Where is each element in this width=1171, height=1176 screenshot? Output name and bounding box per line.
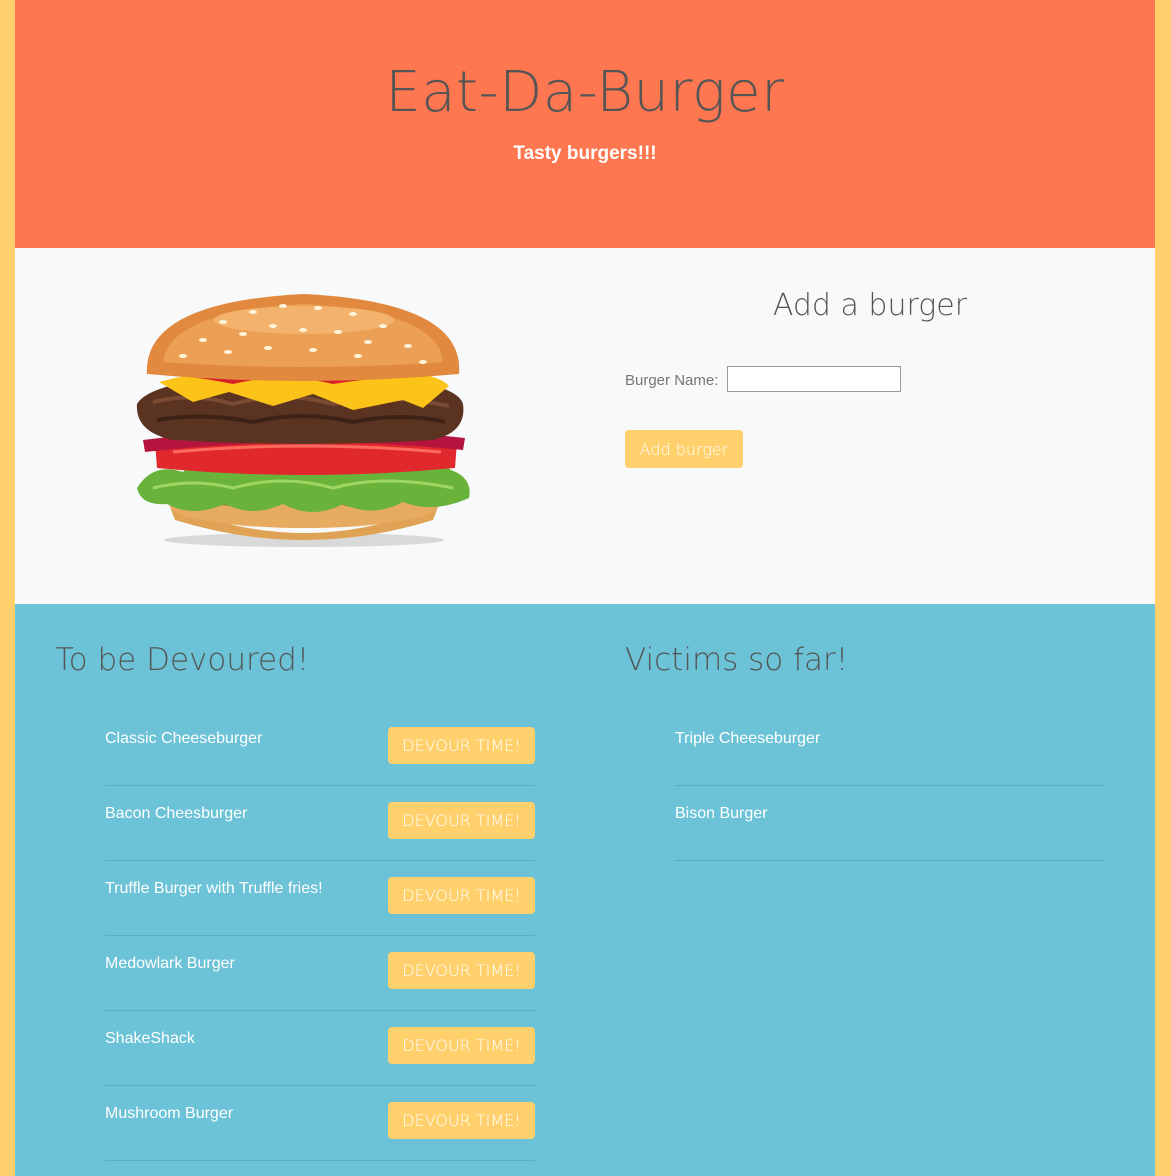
burger-name: Truffle Burger with Truffle fries! bbox=[105, 880, 323, 897]
burger-name: Bacon Cheesburger bbox=[105, 805, 248, 822]
add-burger-section: Add a burger Burger Name: Add burger bbox=[15, 248, 1155, 604]
to-devour-item: ShakeShack DEVOUR TIME! bbox=[105, 1012, 535, 1086]
devoured-item: Triple Cheeseburger bbox=[675, 712, 1105, 786]
page: Eat-Da-Burger Tasty burgers!!! Add a bur… bbox=[15, 0, 1155, 1176]
to-devour-item: Mushroom Burger DEVOUR TIME! bbox=[105, 1087, 535, 1161]
burger-name: Bison Burger bbox=[675, 805, 768, 822]
burger-name-label: Burger Name: bbox=[625, 372, 719, 389]
devoured-list: Triple Cheeseburger Bison Burger bbox=[675, 712, 1105, 862]
to-devour-title: To be Devoured! bbox=[55, 642, 310, 678]
hero-header: Eat-Da-Burger Tasty burgers!!! bbox=[15, 0, 1155, 248]
devour-button[interactable]: DEVOUR TIME! bbox=[388, 1027, 535, 1064]
burger-image bbox=[136, 294, 470, 547]
burger-lists-section: To be Devoured! Classic Cheeseburger DEVO… bbox=[15, 604, 1155, 1176]
devour-button[interactable]: DEVOUR TIME! bbox=[388, 1102, 535, 1139]
to-devour-item: Bacon Cheesburger DEVOUR TIME! bbox=[105, 787, 535, 861]
burger-name: ShakeShack bbox=[105, 1030, 195, 1047]
site-title: Eat-Da-Burger bbox=[385, 60, 785, 125]
burger-name: Medowlark Burger bbox=[105, 955, 235, 972]
devour-button[interactable]: DEVOUR TIME! bbox=[388, 877, 535, 914]
devour-button[interactable]: DEVOUR TIME! bbox=[388, 952, 535, 989]
burger-name: Mushroom Burger bbox=[105, 1105, 234, 1122]
add-burger-title: Add a burger bbox=[772, 288, 968, 323]
site-tagline: Tasty burgers!!! bbox=[513, 143, 657, 164]
devour-button[interactable]: DEVOUR TIME! bbox=[388, 727, 535, 764]
add-burger-button[interactable]: Add burger bbox=[625, 430, 743, 468]
burger-name-input[interactable] bbox=[727, 366, 901, 392]
burger-name: Triple Cheeseburger bbox=[675, 730, 821, 747]
devoured-item: Bison Burger bbox=[675, 787, 1105, 861]
devoured-title: Victims so far! bbox=[625, 642, 849, 678]
to-devour-item: Classic Cheeseburger DEVOUR TIME! bbox=[105, 712, 535, 786]
to-devour-list: Classic Cheeseburger DEVOUR TIME! Bacon Ch… bbox=[105, 712, 535, 1162]
to-devour-item: Truffle Burger with Truffle fries! DEVOUR… bbox=[105, 862, 535, 936]
burger-name: Classic Cheeseburger bbox=[105, 730, 263, 747]
to-devour-item: Medowlark Burger DEVOUR TIME! bbox=[105, 937, 535, 1011]
devour-button[interactable]: DEVOUR TIME! bbox=[388, 802, 535, 839]
